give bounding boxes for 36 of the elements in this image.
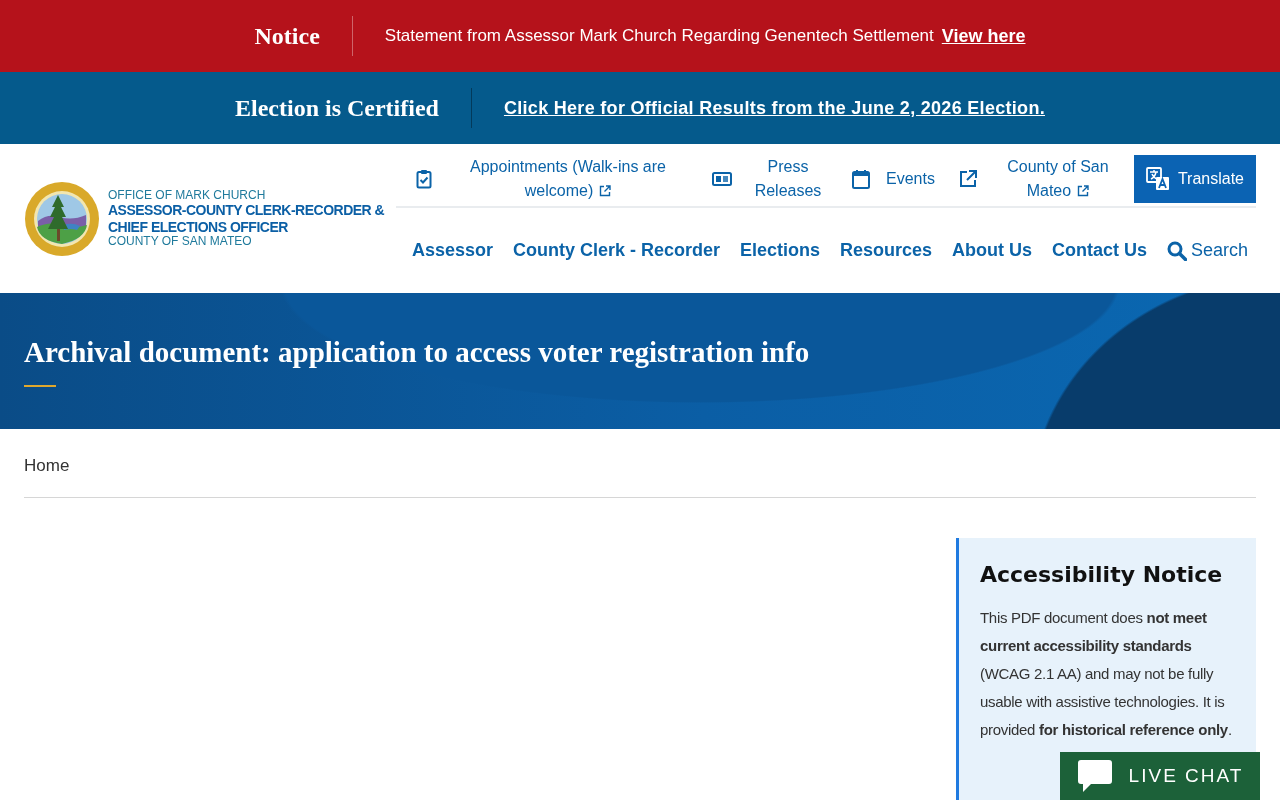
- nav-link[interactable]: Resources: [840, 237, 933, 264]
- logo-text: ASSESSOR-COUNTY CLERK-RECORDER &: [108, 202, 385, 219]
- notice-paragraph: This PDF document does not meet current accessibility standards (WCAG 2.1 AA) and may not be fully usable with assistive technologies. It is provided for historical reference only.: [980, 608, 1233, 741]
- calendar-icon: [852, 169, 870, 189]
- logo-text: OFFICE OF MARK CHURCH: [108, 188, 267, 203]
- live-chat-button[interactable]: LIVE CHAT: [1060, 752, 1260, 800]
- translate-button[interactable]: Translate: [1133, 155, 1256, 203]
- nav-link[interactable]: Contact Us: [1051, 237, 1147, 264]
- external-link-icon: [599, 185, 612, 197]
- results-link[interactable]: Click Here for Official Results from the June 2, 2026 Election.: [503, 94, 1045, 122]
- utility-link[interactable]: Events: [886, 167, 935, 191]
- nav-link[interactable]: Elections: [740, 237, 821, 264]
- notice-heading: Accessibility Notice: [980, 562, 1224, 589]
- nav-link[interactable]: About Us: [952, 237, 1032, 264]
- logo-text: COUNTY OF SAN MATEO: [108, 234, 253, 249]
- utility-link[interactable]: Appointments (Walk-ins are welcome): [448, 155, 688, 203]
- external-link-icon: [958, 170, 977, 188]
- page-title: Archival document: application to access voter registration info: [24, 334, 811, 370]
- clipboard-check-icon: [416, 169, 432, 189]
- utility-link[interactable]: Press Releases: [748, 155, 828, 203]
- county-seal-logo[interactable]: [24, 180, 100, 257]
- election-label: Election is Certified: [235, 94, 439, 123]
- search-icon: [1166, 240, 1187, 261]
- search-link[interactable]: Search: [1166, 237, 1248, 264]
- nav-link[interactable]: County Clerk - Recorder: [513, 237, 721, 264]
- view-here-link[interactable]: View here: [941, 22, 1026, 50]
- chat-bubble-icon: [1076, 759, 1113, 793]
- breadcrumb-link[interactable]: Home: [24, 453, 70, 473]
- translate-icon: [1145, 167, 1170, 191]
- utility-link[interactable]: County of San Mateo: [992, 155, 1123, 203]
- external-link-icon: [1077, 185, 1090, 197]
- notice-label: Notice: [254, 22, 320, 51]
- logo-text: CHIEF ELECTIONS OFFICER: [108, 218, 289, 235]
- notice-text: Statement from Assessor Mark Church Regarding Genentech Settlement: [384, 25, 934, 48]
- nav-link[interactable]: Assessor: [412, 237, 494, 264]
- newspaper-icon: [712, 172, 732, 186]
